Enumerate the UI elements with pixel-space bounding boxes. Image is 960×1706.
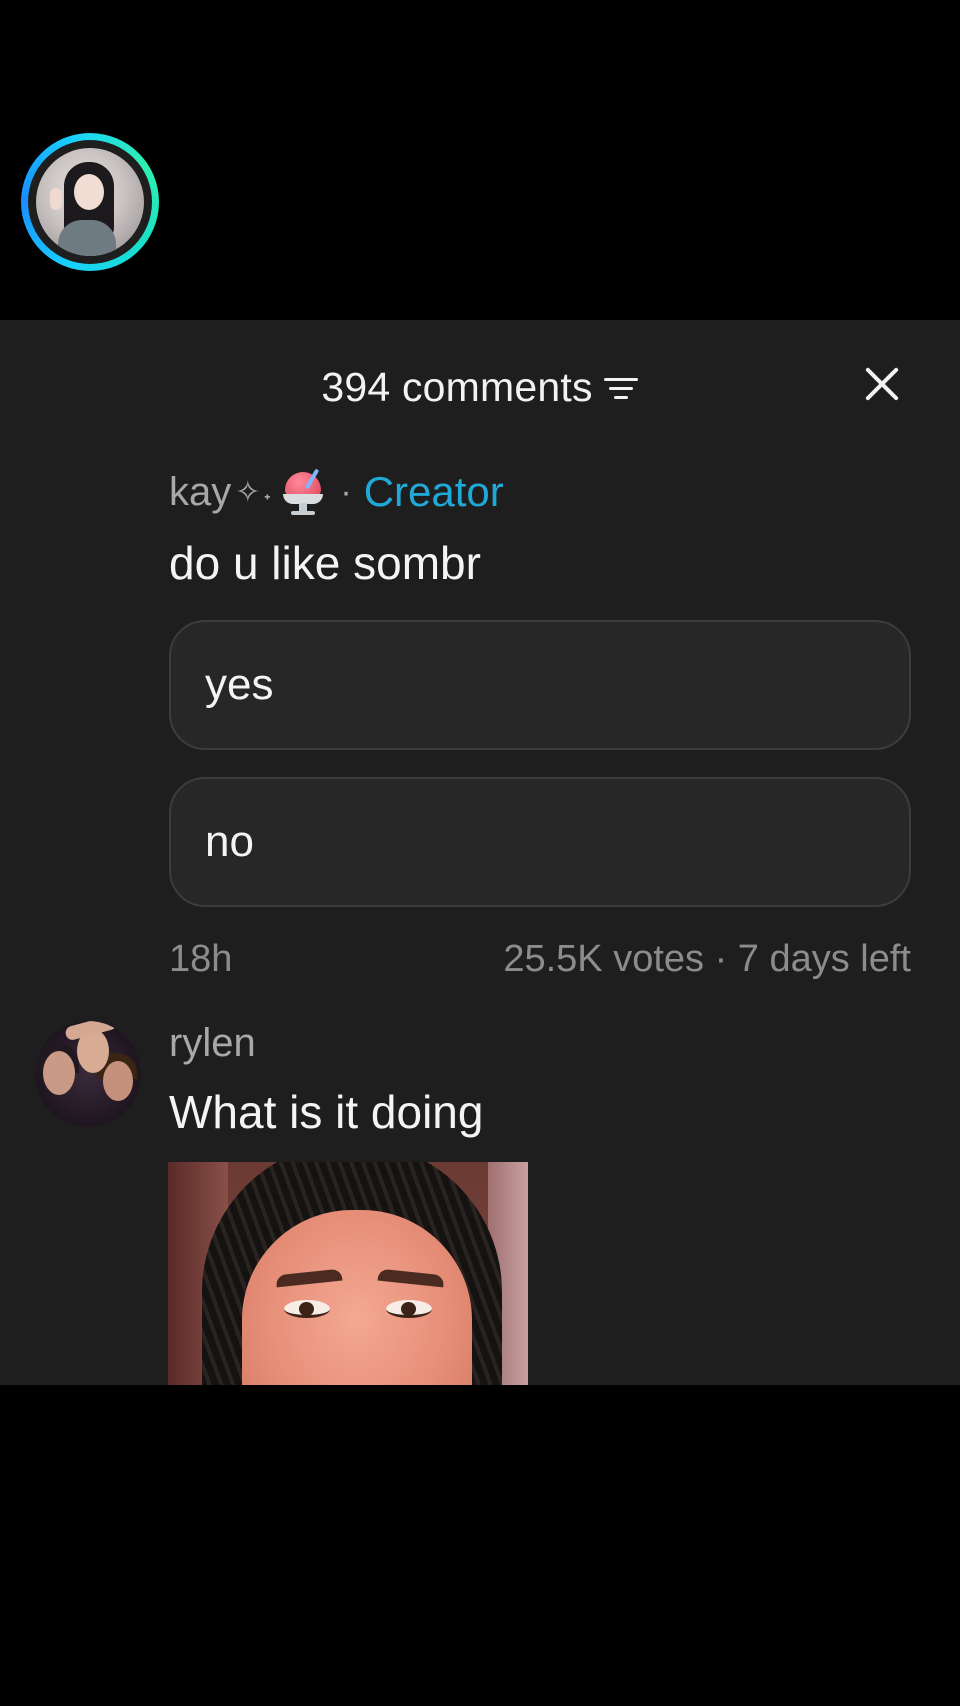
- comments-count-label: 394 comments: [321, 363, 593, 410]
- filter-icon[interactable]: [603, 373, 639, 403]
- comments-header: 394 comments: [0, 320, 960, 444]
- username-sparkle: ✧˖: [235, 475, 275, 509]
- avatar-photo: [36, 148, 144, 256]
- comment-attached-image[interactable]: [168, 1162, 528, 1385]
- poll-votes-label: 25.5K votes · 7 days left: [503, 937, 911, 980]
- comment-text: What is it doing: [169, 1086, 484, 1138]
- comment-username[interactable]: kay: [169, 470, 231, 515]
- separator-dot: ·: [340, 472, 352, 511]
- creator-badge: Creator: [363, 468, 504, 515]
- poll-option-no[interactable]: no: [169, 777, 911, 907]
- comments-count-sort[interactable]: 394 comments: [0, 362, 960, 412]
- poll-option-yes[interactable]: yes: [169, 620, 911, 750]
- poll-option-label: yes: [205, 660, 274, 709]
- comment-time: 18h: [169, 937, 233, 980]
- comment-author-row: kay ✧˖ · Creator: [169, 468, 504, 516]
- close-icon[interactable]: [858, 360, 906, 408]
- shaved-ice-icon: [280, 468, 326, 516]
- commenter-avatar[interactable]: [35, 1021, 141, 1127]
- comment-username[interactable]: rylen: [169, 1021, 256, 1066]
- poll-meta: 18h 25.5K votes · 7 days left: [169, 935, 911, 983]
- creator-avatar[interactable]: [21, 133, 159, 271]
- poll-option-label: no: [205, 817, 254, 866]
- comment-text: do u like sombr: [169, 537, 481, 589]
